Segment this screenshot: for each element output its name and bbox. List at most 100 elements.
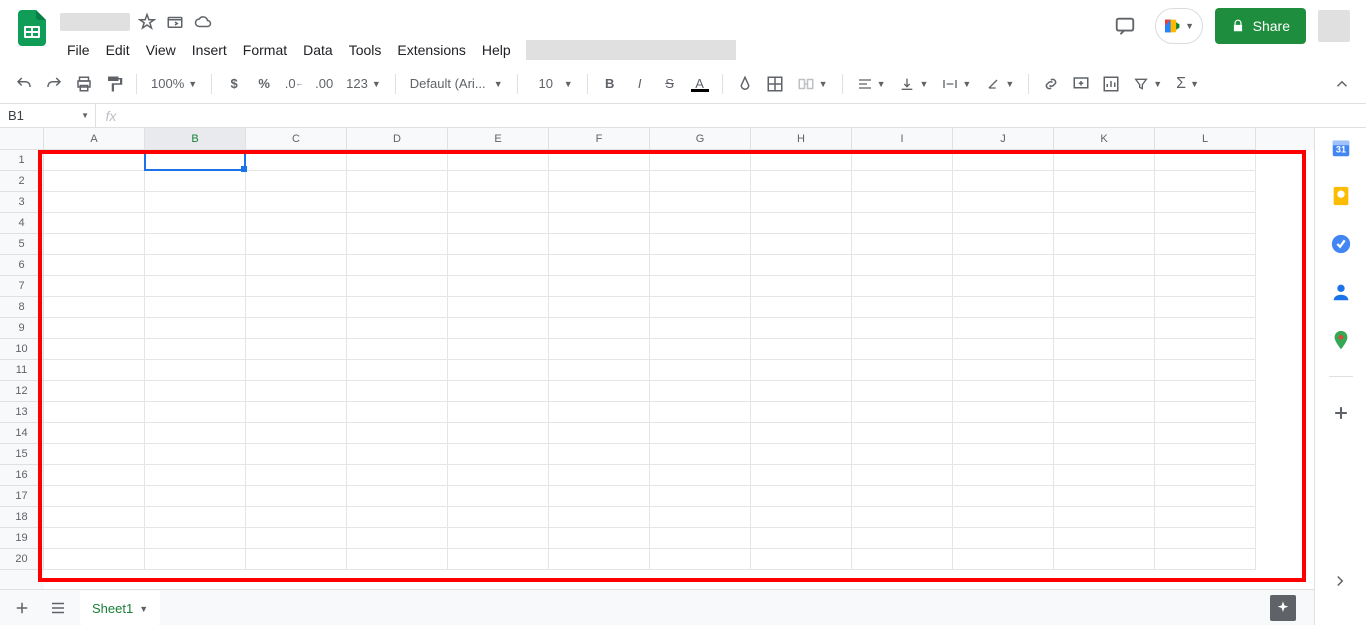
cell-E2[interactable] — [448, 171, 549, 192]
cell-K5[interactable] — [1054, 234, 1155, 255]
cell-J7[interactable] — [953, 276, 1054, 297]
cell-F20[interactable] — [549, 549, 650, 570]
menu-data[interactable]: Data — [296, 38, 340, 62]
cell-J17[interactable] — [953, 486, 1054, 507]
cell-I15[interactable] — [852, 444, 953, 465]
cell-A13[interactable] — [44, 402, 145, 423]
cell-K16[interactable] — [1054, 465, 1155, 486]
cell-D12[interactable] — [347, 381, 448, 402]
cell-K17[interactable] — [1054, 486, 1155, 507]
borders-button[interactable] — [761, 70, 789, 98]
cell-A8[interactable] — [44, 297, 145, 318]
cell-L5[interactable] — [1155, 234, 1256, 255]
column-header-D[interactable]: D — [347, 128, 448, 150]
cell-E12[interactable] — [448, 381, 549, 402]
cell-I9[interactable] — [852, 318, 953, 339]
cell-H8[interactable] — [751, 297, 852, 318]
cell-B12[interactable] — [145, 381, 246, 402]
column-header-C[interactable]: C — [246, 128, 347, 150]
share-button[interactable]: Share — [1215, 8, 1306, 44]
cell-I7[interactable] — [852, 276, 953, 297]
insert-link-button[interactable] — [1037, 70, 1065, 98]
cell-I14[interactable] — [852, 423, 953, 444]
cell-G10[interactable] — [650, 339, 751, 360]
collapse-side-panel-button[interactable] — [1326, 567, 1354, 595]
row-header-20[interactable]: 20 — [0, 549, 44, 570]
cell-J2[interactable] — [953, 171, 1054, 192]
cell-G1[interactable] — [650, 150, 751, 171]
percent-button[interactable]: % — [250, 70, 278, 98]
cell-G7[interactable] — [650, 276, 751, 297]
cell-G3[interactable] — [650, 192, 751, 213]
cell-G6[interactable] — [650, 255, 751, 276]
cell-K13[interactable] — [1054, 402, 1155, 423]
font-dropdown[interactable]: Default (Ari...▼ — [404, 70, 509, 98]
cell-B2[interactable] — [145, 171, 246, 192]
text-rotation-dropdown[interactable]: ▼ — [979, 70, 1020, 98]
cell-F3[interactable] — [549, 192, 650, 213]
cell-L9[interactable] — [1155, 318, 1256, 339]
cell-E17[interactable] — [448, 486, 549, 507]
cell-D2[interactable] — [347, 171, 448, 192]
cell-I20[interactable] — [852, 549, 953, 570]
cell-J16[interactable] — [953, 465, 1054, 486]
cell-C4[interactable] — [246, 213, 347, 234]
row-header-2[interactable]: 2 — [0, 171, 44, 192]
cell-D5[interactable] — [347, 234, 448, 255]
cell-J13[interactable] — [953, 402, 1054, 423]
get-addons-icon[interactable] — [1329, 401, 1353, 425]
cell-D20[interactable] — [347, 549, 448, 570]
cell-H19[interactable] — [751, 528, 852, 549]
cell-L17[interactable] — [1155, 486, 1256, 507]
cell-F19[interactable] — [549, 528, 650, 549]
sheet-tab-active[interactable]: Sheet1▼ — [80, 591, 160, 625]
move-icon[interactable] — [166, 13, 184, 31]
cell-I8[interactable] — [852, 297, 953, 318]
cell-D13[interactable] — [347, 402, 448, 423]
cell-L1[interactable] — [1155, 150, 1256, 171]
row-header-14[interactable]: 14 — [0, 423, 44, 444]
cell-I16[interactable] — [852, 465, 953, 486]
insert-comment-button[interactable] — [1067, 70, 1095, 98]
cell-H10[interactable] — [751, 339, 852, 360]
cell-L8[interactable] — [1155, 297, 1256, 318]
row-header-10[interactable]: 10 — [0, 339, 44, 360]
cell-B7[interactable] — [145, 276, 246, 297]
text-color-button[interactable]: A — [686, 70, 714, 98]
row-header-11[interactable]: 11 — [0, 360, 44, 381]
cell-J3[interactable] — [953, 192, 1054, 213]
cell-G13[interactable] — [650, 402, 751, 423]
cell-A17[interactable] — [44, 486, 145, 507]
cell-J19[interactable] — [953, 528, 1054, 549]
cell-A16[interactable] — [44, 465, 145, 486]
cell-C19[interactable] — [246, 528, 347, 549]
cell-E14[interactable] — [448, 423, 549, 444]
cell-A1[interactable] — [44, 150, 145, 171]
cell-D10[interactable] — [347, 339, 448, 360]
row-header-6[interactable]: 6 — [0, 255, 44, 276]
cell-H7[interactable] — [751, 276, 852, 297]
cell-E20[interactable] — [448, 549, 549, 570]
cell-J14[interactable] — [953, 423, 1054, 444]
cell-D1[interactable] — [347, 150, 448, 171]
cell-L7[interactable] — [1155, 276, 1256, 297]
horizontal-align-dropdown[interactable]: ▼ — [851, 70, 892, 98]
cell-F7[interactable] — [549, 276, 650, 297]
cell-B1[interactable] — [145, 150, 246, 171]
account-avatar[interactable] — [1318, 10, 1350, 42]
cell-E8[interactable] — [448, 297, 549, 318]
cell-E4[interactable] — [448, 213, 549, 234]
cell-J9[interactable] — [953, 318, 1054, 339]
cell-B3[interactable] — [145, 192, 246, 213]
cell-F13[interactable] — [549, 402, 650, 423]
cell-I19[interactable] — [852, 528, 953, 549]
cell-H9[interactable] — [751, 318, 852, 339]
cell-A11[interactable] — [44, 360, 145, 381]
cell-L11[interactable] — [1155, 360, 1256, 381]
cell-A2[interactable] — [44, 171, 145, 192]
cell-A20[interactable] — [44, 549, 145, 570]
cell-B13[interactable] — [145, 402, 246, 423]
column-header-J[interactable]: J — [953, 128, 1054, 150]
cell-K12[interactable] — [1054, 381, 1155, 402]
cell-H13[interactable] — [751, 402, 852, 423]
